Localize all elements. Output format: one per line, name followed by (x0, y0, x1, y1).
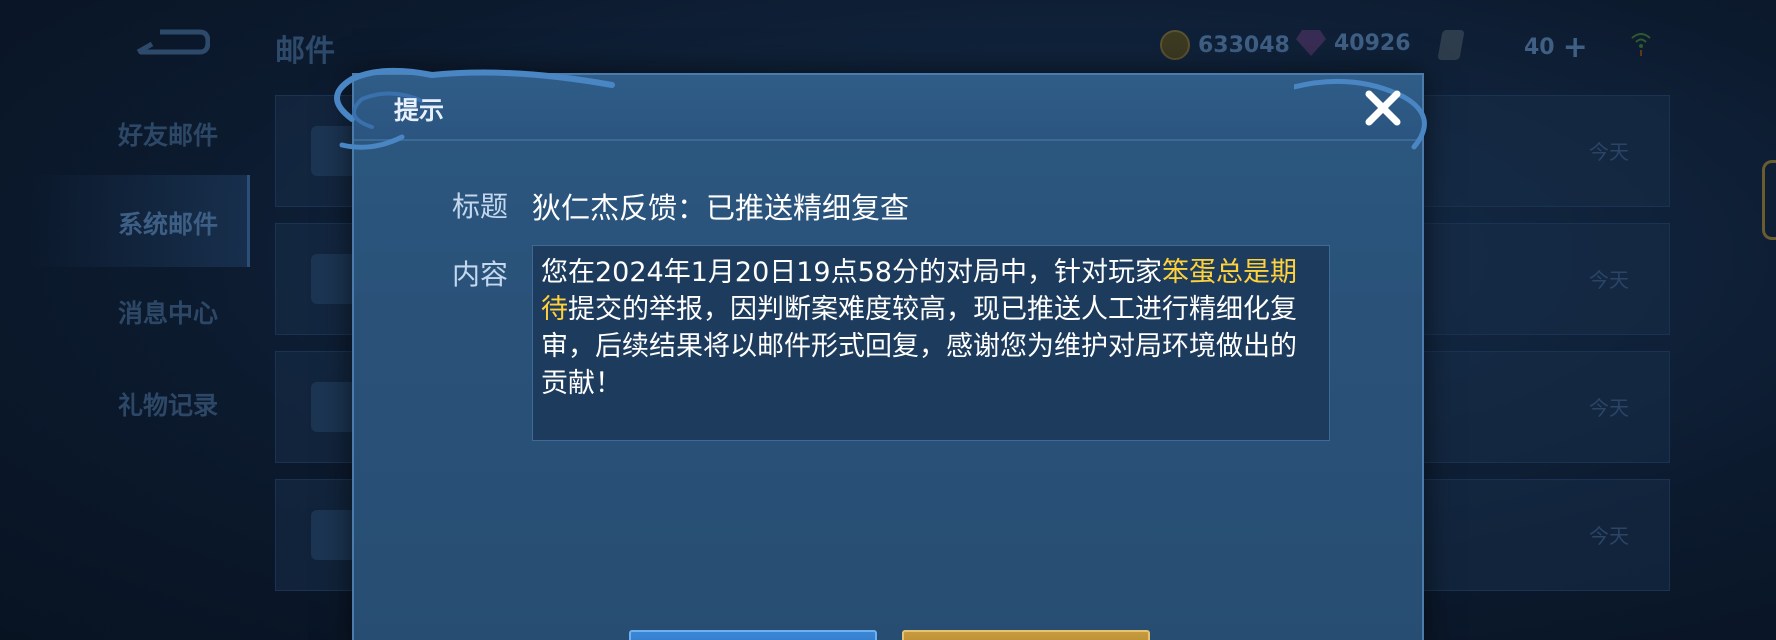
ticket-counter (1437, 30, 1465, 60)
page-title: 邮件 (275, 34, 335, 69)
confirm-button[interactable] (629, 630, 877, 640)
gem-icon (1296, 30, 1326, 56)
mail-date: 今天 (1589, 396, 1629, 420)
mail-dialog: 提示 标题 狄仁杰反馈：已推送精细复查 内容 您在2024年1月20日19点58… (334, 67, 1427, 640)
coin-icon (1160, 30, 1190, 60)
gem-amount: 40926 (1334, 30, 1411, 56)
subject-label: 标题 (452, 190, 509, 223)
mail-date: 今天 (1589, 268, 1629, 292)
sidebar-item-gift-records[interactable]: 礼物记录 (118, 386, 218, 422)
mail-content-box[interactable]: 您在2024年1月20日19点58分的对局中，针对玩家笨蛋总是期待提交的举报，因… (532, 245, 1330, 441)
content-text-before: 您在2024年1月20日19点58分的对局中，针对玩家 (541, 257, 1162, 288)
level-counter[interactable]: 40 + (1524, 30, 1588, 65)
wifi-icon (1631, 33, 1651, 56)
sidebar-item-message-center[interactable]: 消息中心 (118, 294, 218, 330)
mail-content: 您在2024年1月20日19点58分的对局中，针对玩家笨蛋总是期待提交的举报，因… (541, 254, 1321, 402)
sidebar-item-system-mail[interactable]: 系统邮件 (118, 205, 218, 241)
mail-date: 今天 (1589, 524, 1629, 548)
side-frame-decoration (1762, 160, 1776, 240)
gold-button[interactable] (902, 630, 1150, 640)
sidebar-item-friend-mail[interactable]: 好友邮件 (118, 116, 218, 152)
close-icon[interactable] (1360, 85, 1406, 131)
gold-amount: 633048 (1198, 32, 1290, 58)
gold-counter: 633048 (1160, 30, 1290, 60)
content-label: 内容 (452, 258, 509, 291)
content-text-after: 提交的举报，因判断案难度较高，现已推送人工进行精细化复审，后续结果将以邮件形式回… (541, 294, 1297, 399)
ticket-icon (1437, 30, 1465, 60)
dialog-header (354, 75, 1422, 141)
level-value: 40 (1524, 35, 1555, 60)
mail-subject: 狄仁杰反馈：已推送精细复查 (532, 191, 910, 225)
back-icon[interactable] (130, 22, 210, 62)
plus-icon[interactable]: + (1563, 30, 1588, 65)
dialog-title: 提示 (394, 96, 445, 125)
gem-counter: 40926 (1296, 30, 1411, 56)
mail-date: 今天 (1589, 140, 1629, 164)
